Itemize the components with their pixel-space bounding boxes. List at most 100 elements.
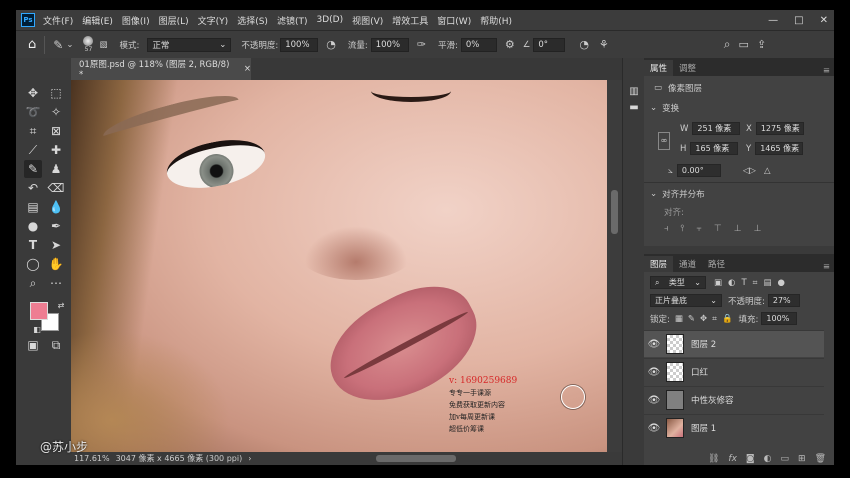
flow-value[interactable]: 100% xyxy=(370,37,409,52)
group-folder-icon[interactable]: ▭ xyxy=(781,454,790,464)
healing-tool-icon[interactable]: ✚ xyxy=(47,141,65,159)
menu-view[interactable]: 视图(V) xyxy=(352,14,383,27)
vertical-scrollbar[interactable] xyxy=(607,80,622,452)
width-field[interactable]: 251 像素 xyxy=(692,122,741,135)
menu-file[interactable]: 文件(F) xyxy=(43,14,73,27)
layer-row-layer2[interactable]: 👁 图层 2 xyxy=(644,330,824,357)
tab-adjustments[interactable]: 调整 xyxy=(673,60,702,76)
pressure-size-icon[interactable]: ◔ xyxy=(579,38,589,51)
marquee-tool-icon[interactable]: ⬚ xyxy=(47,84,65,102)
menu-filter[interactable]: 滤镜(T) xyxy=(277,14,308,27)
share-icon[interactable]: ⇪ xyxy=(757,38,766,51)
gradient-tool-icon[interactable]: ▤ xyxy=(24,198,42,216)
tab-layers[interactable]: 图层 xyxy=(644,256,674,272)
tab-paths[interactable]: 路径 xyxy=(702,256,731,272)
menu-edit[interactable]: 编辑(E) xyxy=(82,14,113,27)
swap-colors-icon[interactable]: ⇄ xyxy=(52,296,70,314)
flow-field[interactable]: 100% xyxy=(370,37,409,52)
canvas[interactable]: v: 1690259689 专专一手课源 免费获取更新内容 加v每周更新课 超低… xyxy=(71,80,607,452)
menu-help[interactable]: 帮助(H) xyxy=(480,14,512,27)
layer-filter-dropdown[interactable]: ⌕ 类型 ⌄ xyxy=(650,276,706,289)
path-select-tool-icon[interactable]: ➤ xyxy=(47,236,65,254)
maximize-button[interactable]: □ xyxy=(794,15,803,26)
angle-field[interactable]: 0° xyxy=(533,37,566,52)
filter-smart-icon[interactable]: ▤ xyxy=(763,278,771,288)
horizontal-scroll-thumb[interactable] xyxy=(376,455,456,462)
zoom-tool-icon[interactable]: ⌕ xyxy=(24,274,42,292)
flip-vertical-icon[interactable]: △ xyxy=(764,166,771,176)
visibility-eye-icon[interactable]: 👁 xyxy=(644,339,664,350)
frame-tool-icon[interactable]: ⊠ xyxy=(47,122,65,140)
panel-menu-icon[interactable]: ≡ xyxy=(823,66,830,76)
flip-horizontal-icon[interactable]: ◁▷ xyxy=(743,166,756,176)
lasso-tool-icon[interactable]: ➰ xyxy=(24,103,42,121)
align-section-header[interactable]: ⌄ 对齐并分布 xyxy=(650,188,705,200)
lock-transparent-icon[interactable]: ▦ xyxy=(675,314,683,324)
screen-mode-icon[interactable]: ⧉ xyxy=(47,336,65,354)
align-bottom-icon[interactable]: ⊥ xyxy=(754,224,762,234)
panel-menu-icon[interactable]: ≡ xyxy=(823,262,830,272)
height-field[interactable]: 165 像素 xyxy=(690,142,739,155)
brush-tool-icon[interactable]: ✎ xyxy=(24,160,42,178)
smoothing-value[interactable]: 0% xyxy=(460,37,497,52)
lock-all-icon[interactable]: 🔒 xyxy=(722,314,733,324)
opacity-value[interactable]: 100% xyxy=(280,37,319,52)
filter-shape-icon[interactable]: ⌗ xyxy=(753,278,758,288)
mode-dropdown[interactable]: 正常 ⌄ xyxy=(147,37,232,52)
crop-tool-icon[interactable]: ⌗ xyxy=(24,122,42,140)
close-tab-icon[interactable]: × xyxy=(244,64,251,74)
zoom-level[interactable]: 117.61% xyxy=(74,454,110,463)
dodge-tool-icon[interactable]: ● xyxy=(24,217,42,235)
align-center-v-icon[interactable]: ⊥ xyxy=(734,224,742,234)
menu-layer[interactable]: 图层(L) xyxy=(159,14,189,27)
eraser-tool-icon[interactable]: ⌫ xyxy=(47,179,65,197)
transform-section-header[interactable]: ⌄ 变换 xyxy=(650,102,679,114)
align-top-icon[interactable]: ⊤ xyxy=(714,224,722,234)
brush-preset-picker[interactable]: 57 xyxy=(83,36,94,53)
gear-icon[interactable]: ⚙ xyxy=(505,38,515,51)
link-layers-icon[interactable]: ⛓ xyxy=(708,454,719,464)
add-mask-icon[interactable]: ◙ xyxy=(746,454,755,464)
filter-type-icon[interactable]: T xyxy=(741,278,746,288)
history-brush-icon[interactable]: ↶ xyxy=(24,179,42,197)
stamp-tool-icon[interactable]: ♟ xyxy=(47,160,65,178)
type-tool-icon[interactable]: T xyxy=(24,236,42,254)
filter-adjust-icon[interactable]: ◐ xyxy=(728,278,735,288)
menu-type[interactable]: 文字(Y) xyxy=(198,14,229,27)
shape-tool-icon[interactable]: ◯ xyxy=(24,255,42,273)
x-field[interactable]: 1275 像素 xyxy=(755,122,804,135)
hand-tool-icon[interactable]: ✋ xyxy=(47,255,65,273)
menu-select[interactable]: 选择(S) xyxy=(237,14,268,27)
quick-mask-icon[interactable]: ▣ xyxy=(24,336,42,354)
symmetry-icon[interactable]: ⚘ xyxy=(599,38,609,51)
menu-plugins[interactable]: 增效工具 xyxy=(392,14,428,27)
tab-channels[interactable]: 通道 xyxy=(673,256,702,272)
adjustment-layer-icon[interactable]: ◐ xyxy=(764,454,772,464)
visibility-eye-icon[interactable]: 👁 xyxy=(644,423,664,434)
align-left-icon[interactable]: ⫞ xyxy=(664,224,669,234)
filter-pixel-icon[interactable]: ▣ xyxy=(714,278,722,288)
chevron-right-icon[interactable]: › xyxy=(248,454,251,463)
angle-field[interactable]: 0.00° xyxy=(676,164,721,177)
quick-select-tool-icon[interactable]: ✧ xyxy=(47,103,65,121)
visibility-eye-icon[interactable]: 👁 xyxy=(644,395,664,406)
scroll-thumb[interactable] xyxy=(611,190,618,234)
blur-tool-icon[interactable]: 💧 xyxy=(47,198,65,216)
layer-opacity-field[interactable]: 27% xyxy=(767,294,800,307)
brush-tool-icon[interactable]: ✎ xyxy=(53,38,63,52)
airbrush-icon[interactable]: ✑ xyxy=(417,38,426,51)
lock-position-icon[interactable]: ✥ xyxy=(700,314,707,324)
eyedropper-tool-icon[interactable]: ⟋ xyxy=(24,141,42,159)
search-icon[interactable]: ⌕ xyxy=(724,37,731,52)
filter-toggle-icon[interactable]: ● xyxy=(777,278,784,288)
move-tool-icon[interactable]: ✥ xyxy=(24,84,42,102)
chevron-down-icon[interactable]: ⌄ xyxy=(66,40,73,50)
blend-mode-dropdown[interactable]: 正片叠底 ⌄ xyxy=(650,294,722,307)
layer-row-layer1[interactable]: 👁 图层 1 xyxy=(644,414,824,441)
smoothing-field[interactable]: 0% xyxy=(460,37,497,52)
fx-icon[interactable]: fx xyxy=(728,454,737,464)
new-layer-icon[interactable]: ⊞ xyxy=(798,454,806,464)
workspace-icon[interactable]: ▭ xyxy=(739,38,749,51)
minimize-button[interactable]: — xyxy=(768,15,778,26)
more-tools-icon[interactable]: ⋯ xyxy=(47,274,65,292)
